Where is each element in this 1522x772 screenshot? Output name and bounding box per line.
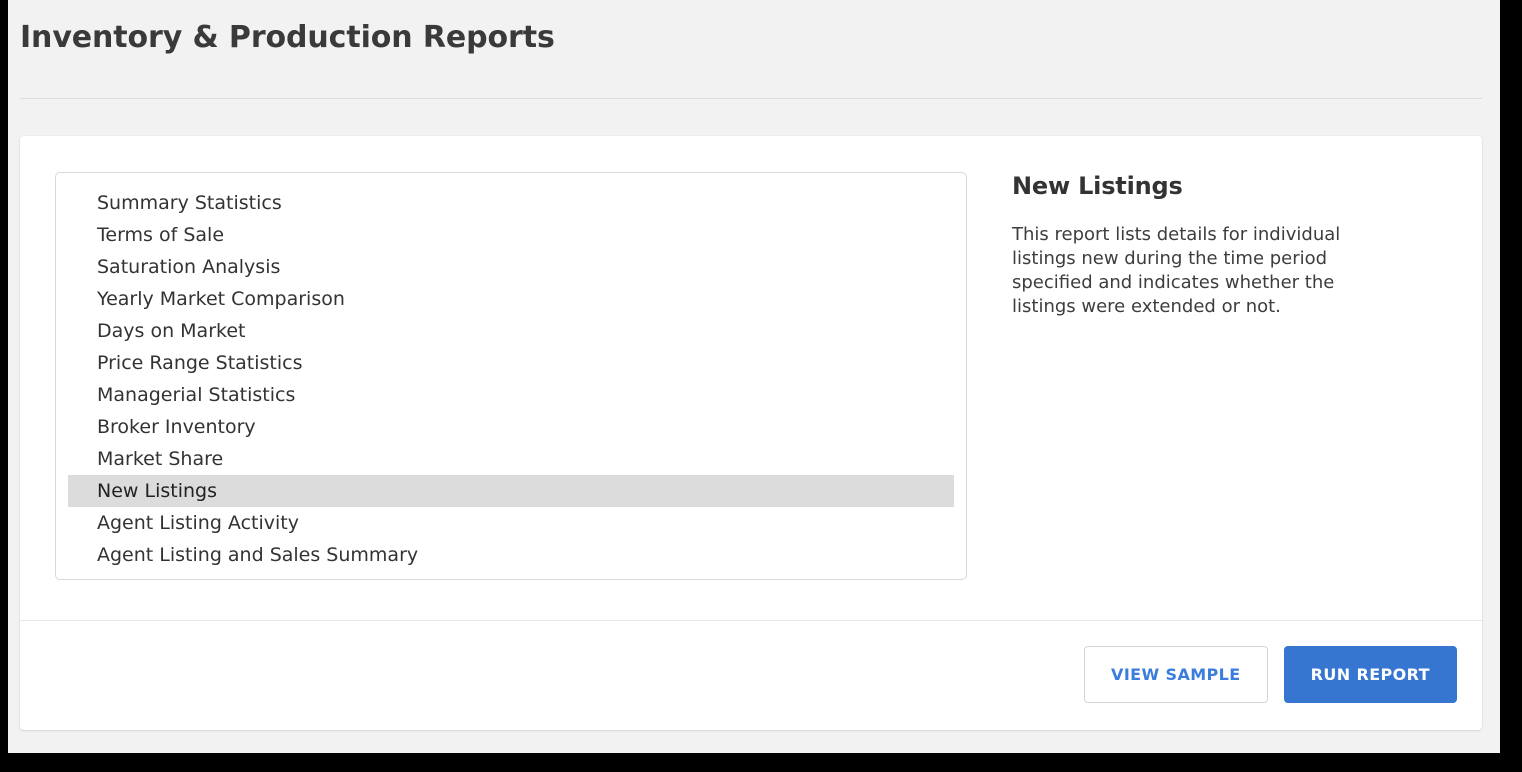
- list-item-selected[interactable]: New Listings: [68, 475, 954, 507]
- list-item[interactable]: Terms of Sale: [68, 219, 954, 251]
- detail-title: New Listings: [1012, 172, 1183, 200]
- list-item[interactable]: Agent Listing Activity: [68, 507, 954, 539]
- view-sample-button[interactable]: VIEW SAMPLE: [1084, 646, 1268, 703]
- list-item[interactable]: Days on Market: [68, 315, 954, 347]
- page-title: Inventory & Production Reports: [20, 20, 555, 55]
- list-item[interactable]: Yearly Market Comparison: [68, 283, 954, 315]
- report-type-listbox[interactable]: Summary Statistics Terms of Sale Saturat…: [55, 172, 967, 580]
- header-divider: [20, 98, 1482, 99]
- report-detail-panel: New Listings This report lists details f…: [1012, 172, 1442, 319]
- list-item[interactable]: Agent Listing and Sales Summary: [68, 539, 954, 571]
- detail-description: This report lists details for individual…: [1012, 223, 1341, 317]
- footer-actions: VIEW SAMPLE RUN REPORT: [1084, 646, 1457, 703]
- list-item[interactable]: Summary Statistics: [68, 187, 954, 219]
- list-item[interactable]: Managerial Statistics: [68, 379, 954, 411]
- app-viewport: Inventory & Production Reports Summary S…: [8, 0, 1500, 753]
- list-item[interactable]: Price Range Statistics: [68, 347, 954, 379]
- list-item[interactable]: Broker Inventory: [68, 411, 954, 443]
- card-footer: VIEW SAMPLE RUN REPORT: [20, 620, 1482, 730]
- run-report-button[interactable]: RUN REPORT: [1283, 646, 1457, 703]
- list-item[interactable]: Saturation Analysis: [68, 251, 954, 283]
- list-item[interactable]: Market Share: [68, 443, 954, 475]
- card-body: Summary Statistics Terms of Sale Saturat…: [20, 136, 1482, 620]
- report-card: Summary Statistics Terms of Sale Saturat…: [20, 136, 1482, 730]
- page-header: Inventory & Production Reports: [8, 0, 1500, 100]
